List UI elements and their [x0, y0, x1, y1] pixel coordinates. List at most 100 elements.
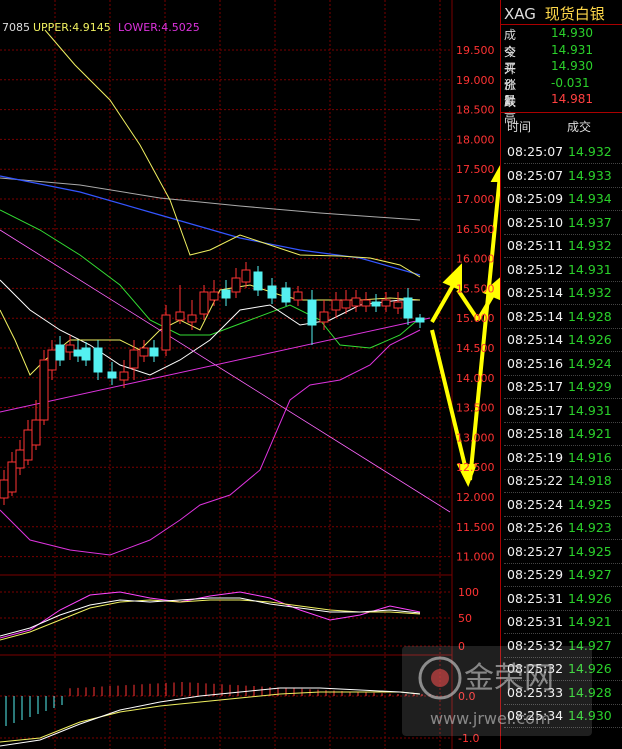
price-tick-label: 18.500: [456, 104, 495, 117]
tick-time: 08:25:18: [507, 426, 564, 441]
candle-body: [403, 297, 413, 319]
candle-body: [241, 269, 251, 283]
tick-price: 14.921: [568, 426, 612, 441]
quote-panel: XAG 现货白银 成交 14.930 今开 14.931 买价1 14.930 涨跌 -0.0…: [500, 0, 622, 749]
quote-value: 14.931: [551, 42, 593, 57]
price-tick-label: 14.500: [456, 342, 495, 355]
candle-body: [139, 347, 149, 357]
tick-row[interactable]: 08:25:22 14.918: [504, 469, 622, 493]
tick-time: 08:25:24: [507, 496, 564, 512]
tick-row[interactable]: 08:25:14 14.928: [504, 305, 622, 329]
candlestick-chart[interactable]: 19.500 19.000 18.500 18.000 17.500 17.000 16.5…: [0, 0, 500, 749]
price-tick-label: 13.500: [456, 402, 495, 415]
tick-row[interactable]: 08:25:12 14.931: [504, 258, 622, 282]
price-tick-label: 16.500: [456, 223, 495, 236]
tick-price: 14.928: [568, 308, 612, 324]
candle-body: [307, 299, 317, 326]
candle-body: [267, 285, 277, 299]
tick-time: 08:25:31: [507, 590, 564, 606]
price-tick-label: 19.000: [456, 74, 495, 87]
tick-price: 14.931: [568, 402, 612, 418]
tick-time: 08:25:22: [507, 473, 564, 488]
candle-body: [199, 291, 209, 315]
candle-body: [175, 311, 185, 321]
tick-row[interactable]: 08:25:07 14.933: [504, 164, 622, 188]
chart-panel[interactable]: 19.500 19.000 18.500 18.000 17.500 17.000 16.5…: [0, 0, 500, 749]
candle-body: [15, 449, 25, 469]
quote-value: 14.930: [551, 26, 593, 40]
symbol-code: XAG: [504, 5, 536, 23]
price-tick-label: 11.500: [456, 521, 495, 534]
candle-body: [55, 344, 65, 361]
bollinger-upper-line: [44, 29, 421, 278]
tick-price: 14.929: [568, 379, 612, 394]
price-tick-label: 15.000: [456, 312, 495, 325]
tick-time: 08:25:17: [507, 402, 564, 418]
tick-row[interactable]: 08:25:18 14.921: [504, 422, 622, 446]
tick-row[interactable]: 08:25:24 14.925: [504, 493, 622, 517]
tick-price: 14.934: [568, 191, 612, 206]
candle-body: [0, 479, 9, 499]
tick-time: 08:25:07: [507, 144, 564, 159]
tick-price: 14.916: [568, 449, 612, 465]
quote-title: XAG 现货白银: [504, 3, 605, 24]
candle-body: [129, 349, 139, 369]
tick-row[interactable]: 08:25:10 14.937: [504, 211, 622, 235]
watermark-logo-text: 金荣网: [464, 661, 554, 696]
ticks-header-price: 成交: [567, 120, 592, 134]
candle-body: [149, 347, 159, 357]
symbol-name: 现货白银: [544, 5, 605, 23]
tick-time: 08:25:14: [507, 308, 564, 324]
tick-row[interactable]: 08:25:07 14.932: [504, 140, 622, 164]
quote-value: 14.981: [551, 92, 593, 106]
tick-row[interactable]: 08:25:29 14.927: [504, 563, 622, 587]
macd-white-line: [0, 687, 421, 747]
candle-body: [319, 311, 329, 323]
candle-body: [351, 297, 361, 307]
osc-magenta-line: [0, 591, 421, 639]
candle-body: [381, 299, 391, 307]
tick-row[interactable]: 08:25:16 14.924: [504, 352, 622, 376]
candle-body: [293, 291, 303, 301]
candle-body: [65, 344, 75, 353]
tick-price: 14.925: [568, 496, 612, 512]
tick-time: 08:25:16: [507, 355, 564, 371]
tick-row[interactable]: 08:25:17 14.929: [504, 375, 622, 399]
candle-body: [119, 371, 129, 381]
tick-row[interactable]: 08:25:09 14.934: [504, 187, 622, 211]
tick-row[interactable]: 08:25:19 14.916: [504, 446, 622, 470]
candle-body: [73, 349, 83, 357]
candle-body: [231, 277, 241, 293]
tick-price: 14.927: [568, 567, 612, 582]
tick-time: 08:25:17: [507, 379, 564, 394]
candle-body: [331, 299, 341, 311]
candle-body: [107, 371, 117, 379]
tick-row[interactable]: 08:25:11 14.932: [504, 234, 622, 258]
bollinger-upper-value: UPPER:4.9145: [33, 21, 111, 34]
tick-row[interactable]: 08:25:17 14.931: [504, 399, 622, 423]
oscillator-axis: 100500: [458, 586, 479, 653]
tick-price: 14.925: [568, 543, 612, 559]
candle-body: [39, 359, 49, 421]
tick-row[interactable]: 08:25:26 14.923: [504, 516, 622, 540]
tick-price: 14.937: [568, 214, 612, 230]
tick-price: 14.926: [568, 332, 612, 347]
tick-row[interactable]: 08:25:14 14.926: [504, 328, 622, 352]
tick-time: 08:25:29: [507, 567, 564, 582]
tick-time: 08:25:27: [507, 543, 564, 559]
tick-row[interactable]: 08:25:31 14.921: [504, 610, 622, 634]
tick-row[interactable]: 08:25:27 14.925: [504, 540, 622, 564]
tick-price: 14.923: [568, 520, 612, 535]
quote-value: 14.930: [551, 59, 593, 73]
ma-green-line: [0, 209, 421, 349]
tick-time: 08:25:19: [507, 449, 564, 465]
tick-row[interactable]: 08:25:31 14.926: [504, 587, 622, 611]
candle-body: [341, 299, 351, 309]
tick-time: 08:25:14: [507, 332, 564, 347]
candle-body: [393, 301, 403, 309]
tick-row[interactable]: 08:25:14 14.932: [504, 281, 622, 305]
tick-price: 14.932: [568, 144, 612, 159]
price-tick-label: 17.500: [456, 163, 495, 176]
tick-price: 14.921: [568, 614, 612, 629]
watermark-url: www.jrwel.com: [430, 709, 551, 728]
